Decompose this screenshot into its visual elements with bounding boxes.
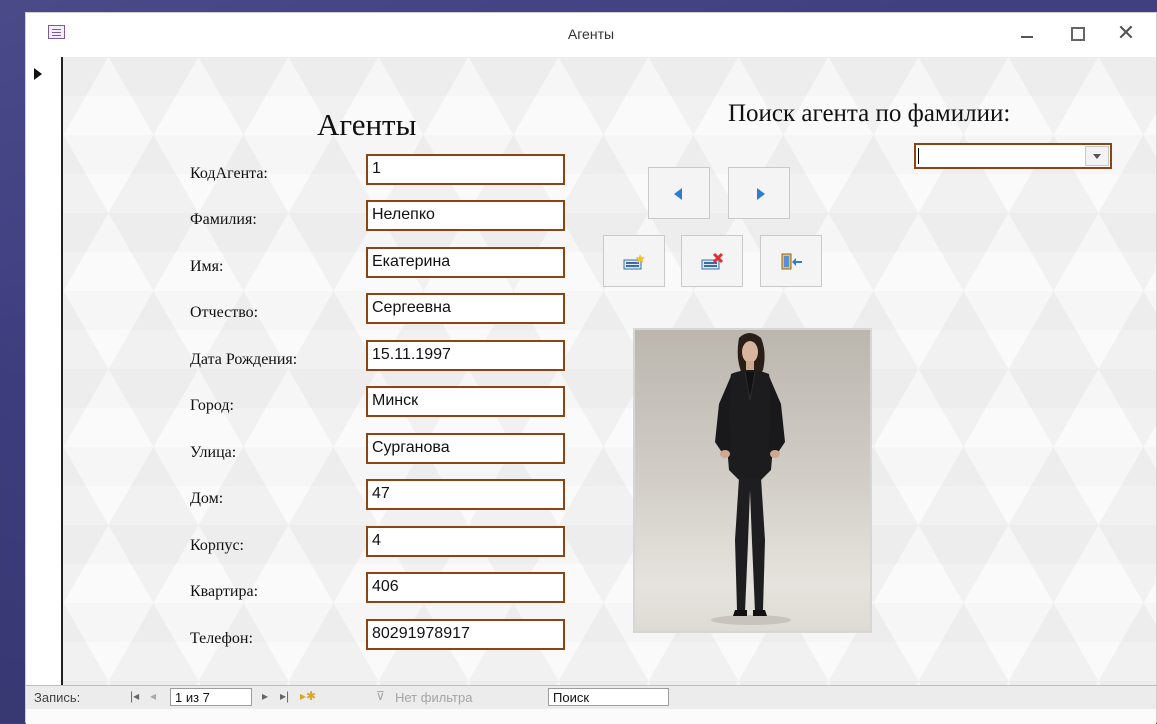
first-name-field[interactable]: Екатерина	[366, 247, 565, 278]
search-box[interactable]: Поиск	[548, 688, 669, 706]
label-surname: Фамилия:	[190, 211, 257, 228]
label-apartment: Квартира:	[190, 583, 259, 600]
form-heading: Агенты	[317, 107, 417, 142]
label-building: Корпус:	[190, 537, 244, 554]
maximize-button[interactable]	[1062, 19, 1092, 47]
last-record-icon[interactable]: ▸|	[280, 689, 289, 703]
surname-field[interactable]: Нелепко	[366, 200, 565, 231]
first-record-icon[interactable]: |◂	[130, 689, 139, 703]
arrow-right-icon	[757, 188, 765, 200]
label-city: Город:	[190, 397, 234, 414]
search-heading: Поиск агента по фамилии:	[728, 100, 1011, 127]
label-phone: Телефон:	[190, 630, 253, 647]
previous-record-button[interactable]	[648, 167, 710, 219]
label-first-name: Имя:	[190, 258, 224, 275]
new-record-nav-icon[interactable]: ▸✱	[300, 689, 316, 703]
apartment-field[interactable]: 406	[366, 572, 565, 603]
title-bar: Агенты ✕	[26, 13, 1156, 57]
close-button[interactable]: ✕	[1111, 19, 1141, 47]
arrow-left-icon	[674, 188, 682, 200]
next-record-icon[interactable]: ▸	[262, 689, 268, 703]
delete-record-icon	[701, 252, 724, 270]
label-street: Улица:	[190, 444, 237, 461]
exit-door-icon	[781, 253, 802, 270]
record-position-field[interactable]: 1 из 7	[170, 688, 252, 706]
agent-photo	[633, 328, 872, 633]
previous-record-icon[interactable]: ◂	[150, 689, 156, 703]
label-birth-date: Дата Рождения:	[190, 351, 298, 368]
label-house: Дом:	[190, 490, 224, 507]
window-title: Агенты	[567, 26, 615, 42]
current-record-icon	[34, 68, 42, 80]
street-field[interactable]: Сурганова	[366, 433, 565, 464]
form-window: Агенты ✕ Агенты Поиск агента по фамилии:…	[25, 12, 1157, 724]
filter-status[interactable]: Нет фильтра	[395, 690, 472, 705]
phone-field[interactable]: 80291978917	[366, 619, 565, 650]
label-patronymic: Отчество:	[190, 304, 259, 321]
new-record-icon	[623, 254, 645, 270]
agent-id-field[interactable]: 1	[366, 154, 565, 185]
form-detail-section: Агенты Поиск агента по фамилии: КодАгент…	[63, 57, 1156, 685]
new-record-button[interactable]	[603, 235, 665, 287]
house-field[interactable]: 47	[366, 479, 565, 510]
city-field[interactable]: Минск	[366, 386, 565, 417]
delete-record-button[interactable]	[681, 235, 743, 287]
label-agent-id: КодАгента:	[190, 165, 268, 182]
record-label: Запись:	[34, 690, 81, 705]
text-cursor	[918, 148, 919, 164]
patronymic-field[interactable]: Сергеевна	[366, 293, 565, 324]
record-selector[interactable]	[26, 57, 63, 685]
filter-icon[interactable]: ⊽	[376, 689, 385, 703]
surname-search-combo[interactable]	[914, 143, 1112, 169]
record-navigation-bar: Запись: |◂ ◂ 1 из 7 ▸ ▸| ▸✱ ⊽ Нет фильтр…	[26, 685, 1156, 709]
maximize-icon	[1071, 27, 1085, 41]
building-field[interactable]: 4	[366, 526, 565, 557]
birth-date-field[interactable]: 15.11.1997	[366, 340, 565, 371]
close-form-button[interactable]	[760, 235, 822, 287]
agent-photo-figure	[711, 333, 791, 625]
minimize-button[interactable]	[1012, 19, 1042, 47]
minimize-icon	[1021, 36, 1033, 38]
next-record-button[interactable]	[728, 167, 790, 219]
chevron-down-icon[interactable]	[1085, 146, 1109, 166]
window-bottom-edge	[26, 709, 1156, 724]
